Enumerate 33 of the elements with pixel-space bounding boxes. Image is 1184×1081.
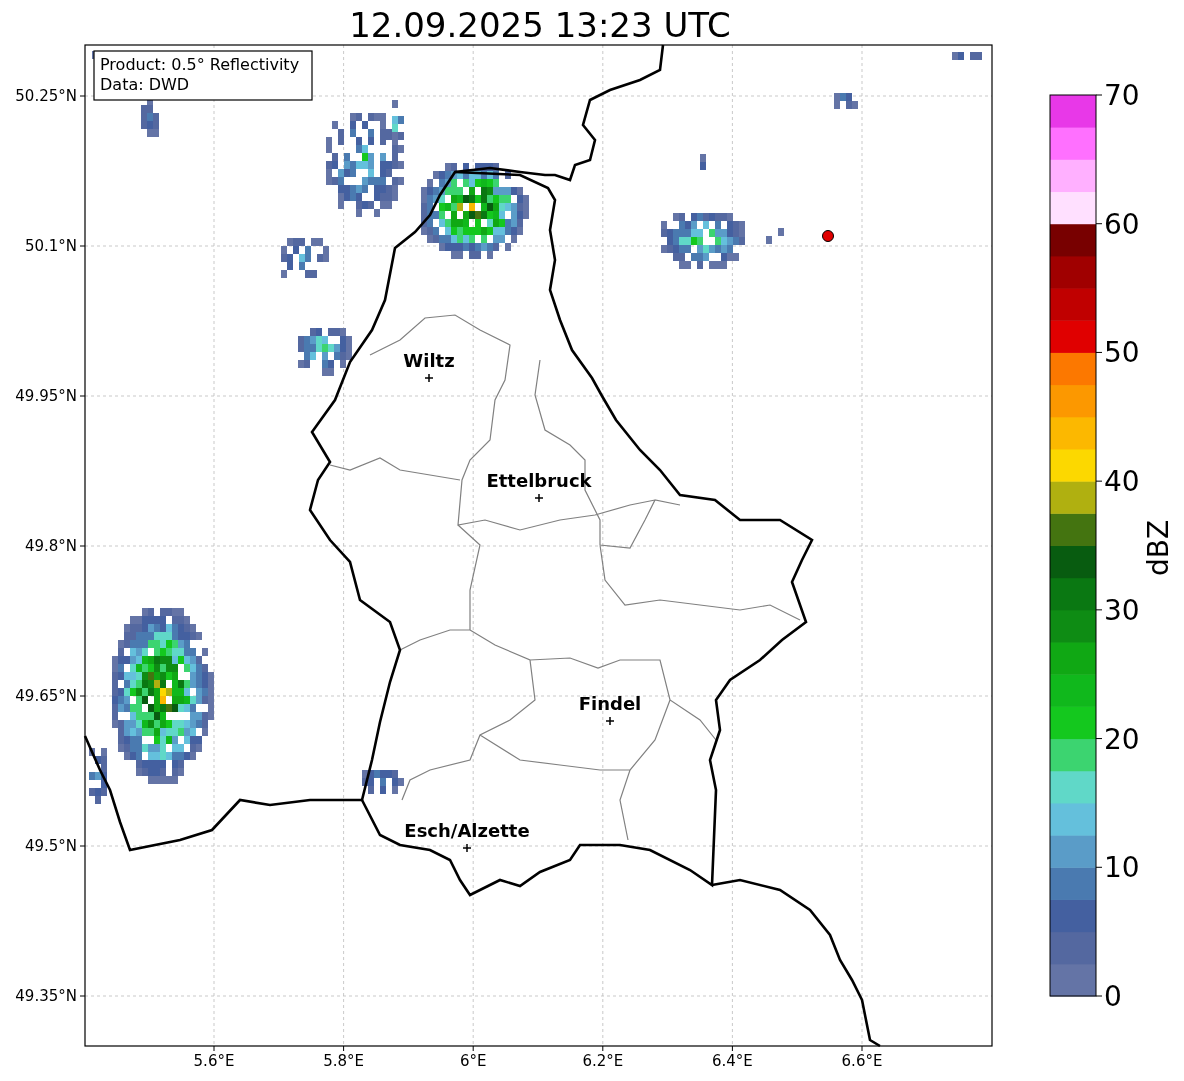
chart-title: 12.09.2025 13:23 UTC (349, 5, 731, 45)
info-text: Data: DWD (100, 75, 190, 94)
colorbar-tick-label: 70 (1104, 79, 1140, 112)
city-marker-icon (462, 843, 472, 853)
axis-tick-label: 49.8°N (24, 537, 77, 555)
axis-tick-label: 6°E (459, 1052, 487, 1070)
colorbar-tick-label: 20 (1104, 722, 1140, 756)
city-label: Wiltz (403, 350, 455, 371)
colorbar-tick-label: 60 (1104, 207, 1140, 241)
city-label: Ettelbruck (486, 470, 592, 491)
city-marker-icon (424, 373, 434, 383)
colorbar-tick-label: 50 (1104, 336, 1140, 370)
axis-tick-label: 49.65°N (15, 687, 77, 705)
axis-tick-label: 6.6°E (841, 1052, 883, 1070)
axis-tick-label: 6.4°E (712, 1052, 753, 1070)
axis-tick-label: 6.2°E (582, 1052, 624, 1070)
city-label: Findel (578, 693, 642, 714)
city-marker-icon (534, 493, 544, 503)
axis-tick-label: 5.8°E (323, 1052, 364, 1070)
colorbar-label: dBZ (1142, 519, 1175, 577)
axis-tick-label: 50.25°N (15, 87, 77, 105)
colorbar-tick-label: 30 (1104, 593, 1140, 627)
axis-tick-label: 50.1°N (24, 237, 77, 255)
colorbar-tick-label: 0 (1104, 980, 1122, 1013)
axis-tick-label: 49.95°N (15, 387, 77, 405)
info-text: Product: 0.5° Reflectivity (100, 55, 300, 74)
city-marker-icon (605, 716, 615, 726)
colorbar-tick-label: 40 (1104, 465, 1140, 499)
colorbar-tick-label: 10 (1104, 851, 1140, 885)
city-label: Esch/Alzette (404, 820, 530, 841)
axis-tick-label: 49.35°N (15, 987, 77, 1005)
axis-tick-label: 5.6°E (193, 1052, 235, 1070)
axis-tick-label: 49.5°N (24, 837, 77, 855)
